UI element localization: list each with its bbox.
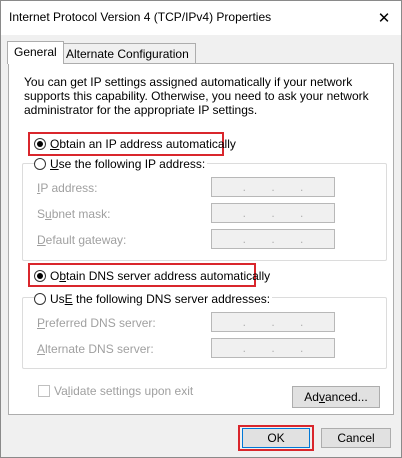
tab-alternate-configuration-label: Alternate Configuration <box>66 47 189 61</box>
ok-button[interactable]: OK <box>242 428 310 448</box>
radio-use-following-ip-label: Use the following IP address: <box>50 157 206 171</box>
subnet-mask-field[interactable]: ... <box>211 203 335 223</box>
radio-obtain-dns-auto[interactable]: Obtain DNS server address automatically <box>34 269 270 283</box>
validate-settings-label: Validate settings upon exit <box>54 384 194 398</box>
description-text: You can get IP settings assigned automat… <box>24 75 369 117</box>
advanced-button[interactable]: Ad v anced... <box>292 386 380 408</box>
radio-button[interactable] <box>34 138 46 150</box>
subnet-mask-label: Subnet mask: <box>37 207 111 221</box>
tab-alternate-configuration[interactable]: Alternate Configuration <box>59 43 196 64</box>
validate-settings-checkbox[interactable]: Validate settings upon exit <box>38 384 193 398</box>
dns-settings-group <box>22 297 387 369</box>
close-icon[interactable]: ✕ <box>367 1 401 35</box>
tab-general[interactable]: General <box>7 41 64 64</box>
tab-general-label: General <box>14 45 57 59</box>
ipv4-properties-dialog: Internet Protocol Version 4 (TCP/IPv4) P… <box>0 0 402 458</box>
alternate-dns-field[interactable]: ... <box>211 338 335 358</box>
radio-button[interactable] <box>34 158 46 170</box>
window-title: Internet Protocol Version 4 (TCP/IPv4) P… <box>9 10 272 24</box>
alternate-dns-label: Alternate DNS server: <box>37 342 154 356</box>
radio-obtain-ip-auto-label: Obtain an IP address automatically <box>50 137 236 151</box>
default-gateway-label: Default gateway: <box>37 233 127 247</box>
ip-address-label: IP address: <box>37 181 98 195</box>
radio-use-following-dns-label: UsE the following DNS server addresses: <box>50 292 271 306</box>
radio-use-following-dns[interactable]: UsE the following DNS server addresses: <box>34 292 273 306</box>
title-bar: Internet Protocol Version 4 (TCP/IPv4) P… <box>1 1 401 35</box>
radio-use-following-ip[interactable]: Use the following IP address: <box>34 157 208 171</box>
preferred-dns-field[interactable]: ... <box>211 312 335 332</box>
radio-obtain-dns-auto-label: Obtain DNS server address automatically <box>50 269 271 283</box>
preferred-dns-label: Preferred DNS server: <box>37 316 156 330</box>
cancel-button[interactable]: Cancel <box>321 428 391 448</box>
default-gateway-field[interactable]: ... <box>211 229 335 249</box>
radio-button[interactable] <box>34 293 46 305</box>
checkbox[interactable] <box>38 385 50 397</box>
general-tab-panel: You can get IP settings assigned automat… <box>8 63 394 415</box>
radio-button[interactable] <box>34 270 46 282</box>
radio-obtain-ip-auto[interactable]: Obtain an IP address automatically <box>34 137 236 151</box>
ip-address-field[interactable]: ... <box>211 177 335 197</box>
